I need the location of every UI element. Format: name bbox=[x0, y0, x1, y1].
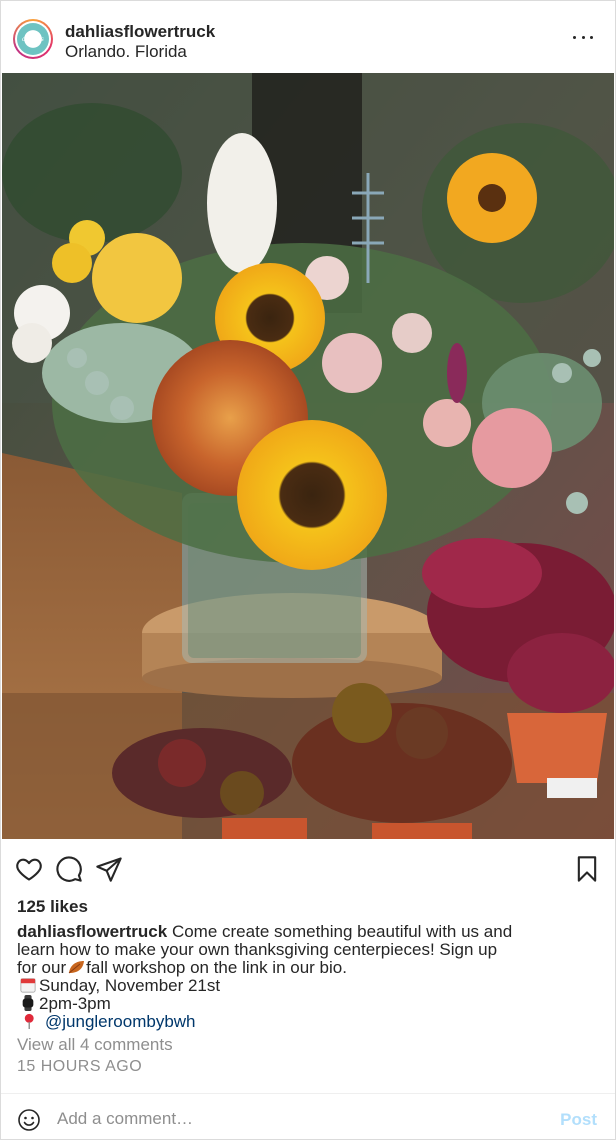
calendar-emoji bbox=[20, 978, 36, 993]
mention-link[interactable]: @jungleroombybwh bbox=[45, 1012, 196, 1031]
instagram-post: dahlias dahliasflowertruck Orlando. Flor… bbox=[0, 0, 616, 1140]
comment-icon[interactable] bbox=[55, 855, 83, 883]
pushpin-emoji bbox=[24, 1013, 34, 1029]
caption-time: 2pm-3pm bbox=[39, 994, 111, 1013]
bookmark-icon[interactable] bbox=[573, 855, 601, 883]
caption-text-2: learn how to make your own thanksgiving … bbox=[17, 940, 498, 959]
more-options-icon[interactable] bbox=[573, 27, 593, 47]
avatar[interactable]: dahlias bbox=[13, 19, 53, 59]
post-username[interactable]: dahliasflowertruck bbox=[65, 22, 215, 42]
post-timestamp[interactable]: 15 HOURS AGO bbox=[17, 1058, 142, 1076]
comment-bar: Post bbox=[1, 1093, 615, 1141]
watch-emoji bbox=[22, 995, 34, 1011]
likes-count[interactable]: 125 likes bbox=[17, 897, 88, 917]
avatar-image: dahlias bbox=[17, 23, 49, 55]
post-header: dahlias dahliasflowertruck Orlando. Flor… bbox=[1, 1, 615, 73]
caption-text-3b: fall workshop on the link in our bio. bbox=[86, 958, 347, 977]
heart-icon[interactable] bbox=[15, 855, 43, 883]
comment-input[interactable] bbox=[57, 1108, 527, 1130]
post-button[interactable]: Post bbox=[560, 1110, 597, 1130]
caption-username[interactable]: dahliasflowertruck bbox=[17, 922, 167, 941]
caption-text-1: Come create something beautiful with us … bbox=[171, 922, 513, 941]
smiley-icon[interactable] bbox=[17, 1108, 41, 1132]
caption-text-3a: for our bbox=[17, 958, 67, 977]
action-bar bbox=[1, 839, 615, 899]
view-comments-link[interactable]: View all 4 comments bbox=[17, 1035, 173, 1055]
post-photo[interactable] bbox=[2, 73, 614, 839]
fallen-leaf-emoji bbox=[68, 961, 85, 974]
caption: dahliasflowertruck Come create something… bbox=[17, 923, 601, 1031]
post-location[interactable]: Orlando. Florida bbox=[65, 42, 215, 61]
caption-date: Sunday, November 21st bbox=[39, 976, 221, 995]
paper-plane-icon[interactable] bbox=[95, 855, 123, 883]
